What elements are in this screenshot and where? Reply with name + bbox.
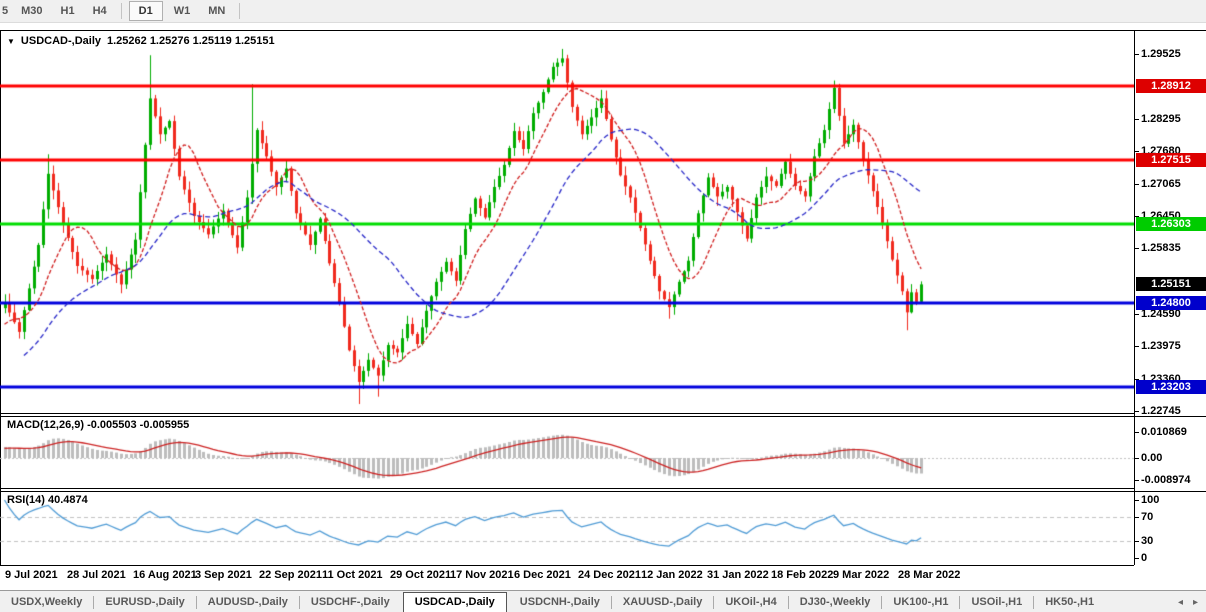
date-label: 3 Sep 2021 (195, 569, 252, 581)
date-label: 24 Dec 2021 (578, 569, 641, 581)
timeframe-h1[interactable]: H1 (52, 0, 84, 22)
price-tick-mark (1134, 411, 1139, 413)
date-label: 17 Nov 2021 (450, 569, 514, 581)
macd-tick: 0.00 (1141, 452, 1163, 464)
tab-dj30-weekly[interactable]: DJ30-,Weekly (789, 591, 882, 612)
macd-tick-mark (1134, 458, 1139, 459)
timeframe-mn[interactable]: MN (199, 0, 234, 22)
tab-usdx-weekly[interactable]: USDX,Weekly (0, 591, 93, 612)
date-label: 11 Oct 2021 (322, 569, 383, 581)
current-price-badge: 1.25151 (1136, 277, 1206, 292)
macd-tick: 0.010869 (1141, 426, 1187, 438)
rsi-panel-canvas[interactable] (0, 492, 1134, 565)
chart-bottom-border (0, 565, 1134, 566)
rsi-tick: 30 (1141, 534, 1154, 547)
price-tick: 1.25835 (1141, 242, 1181, 255)
date-label: 28 Mar 2022 (898, 569, 961, 581)
rsi-tick: 100 (1141, 494, 1160, 506)
price-axis-line (1134, 30, 1135, 565)
rsi-tick-mark (1134, 558, 1139, 559)
date-label: 6 Dec 2021 (514, 569, 571, 581)
macd-label: MACD(12,26,9) -0.005503 -0.005955 (7, 419, 190, 431)
price-tick-mark (1134, 53, 1139, 55)
price-tick-mark (1134, 346, 1139, 348)
tab-xauusd-daily[interactable]: XAUUSD-,Daily (612, 591, 713, 612)
price-tick-mark (1134, 118, 1139, 120)
macd-tick: -0.008974 (1141, 474, 1191, 486)
macd-tick-mark (1134, 480, 1139, 481)
rsi-tick-mark (1134, 517, 1139, 519)
price-tick: 1.29525 (1141, 47, 1181, 60)
chart-dropdown-icon[interactable]: ▼ (7, 37, 15, 46)
rsi-label: RSI(14) 40.4874 (7, 494, 88, 506)
tab-audusd-daily[interactable]: AUDUSD-,Daily (197, 591, 299, 612)
rsi-tick: 70 (1141, 511, 1154, 524)
tab-uk100-h1[interactable]: UK100-,H1 (882, 591, 959, 612)
timeframe-m30[interactable]: M30 (12, 0, 51, 22)
price-tick-mark (1134, 313, 1139, 315)
panel-separator[interactable] (0, 413, 1134, 414)
price-tick-mark (1134, 248, 1139, 250)
date-label: 12 Jan 2022 (641, 569, 703, 581)
price-tick: 1.27065 (1141, 177, 1181, 190)
chart-header: ▼ USDCAD-,Daily 1.25262 1.25276 1.25119 … (7, 35, 275, 47)
chart-symbol-title: USDCAD-,Daily (20, 35, 101, 47)
rsi-tick: 0 (1141, 552, 1148, 564)
price-tick: 1.28295 (1141, 112, 1181, 125)
tab-eurusd-daily[interactable]: EURUSD-,Daily (94, 591, 195, 612)
tab-usdcad-daily[interactable]: USDCAD-,Daily (402, 591, 507, 612)
support-badge: 1.24800 (1136, 295, 1206, 310)
date-label: 29 Oct 2021 (390, 569, 452, 581)
price-tick: 1.22745 (1141, 405, 1181, 418)
rsi-tick-mark (1134, 540, 1139, 542)
timeframe-toolbar: 5 M30 H1 H4 D1 W1 MN (0, 0, 1206, 23)
rsi-tick-mark (1134, 500, 1139, 501)
tabs-scroll-right-icon[interactable]: ▸ (1193, 597, 1198, 608)
date-label: 28 Jul 2021 (67, 569, 126, 581)
main-chart-canvas[interactable] (0, 31, 1134, 413)
date-label: 18 Feb 2022 (771, 569, 834, 581)
panel-separator[interactable] (0, 488, 1134, 489)
tab-usoil-h1[interactable]: USOil-,H1 (960, 591, 1033, 612)
tab-hk50-h1[interactable]: HK50-,H1 (1034, 591, 1105, 612)
support-badge: 1.23203 (1136, 380, 1206, 395)
resistance-badge: 1.27515 (1136, 152, 1206, 167)
tab-scroll-arrows: ◂ ▸ (1178, 597, 1206, 608)
timeframe-w1[interactable]: W1 (165, 0, 200, 22)
timeframe-h4[interactable]: H4 (84, 0, 116, 22)
trading-terminal: 5 M30 H1 H4 D1 W1 MN ▼ USDCAD-,Daily 1.25262 1… (0, 0, 1206, 612)
macd-tick-mark (1134, 432, 1139, 433)
price-tick-mark (1134, 183, 1139, 185)
date-label: 31 Jan 2022 (707, 569, 769, 581)
tab-ukoil-h4[interactable]: UKOil-,H4 (714, 591, 787, 612)
symbol-tabbar: USDX,Weekly EURUSD-,Daily AUDUSD-,Daily USD… (0, 590, 1206, 612)
resistance-badge: 1.28912 (1136, 79, 1206, 94)
date-label: 22 Sep 2021 (259, 569, 322, 581)
date-label: 16 Aug 2021 (133, 569, 197, 581)
tabs-scroll-left-icon[interactable]: ◂ (1178, 597, 1183, 608)
toolbar-separator (239, 3, 241, 19)
level-badge: 1.26303 (1136, 216, 1206, 231)
price-tick: 1.23975 (1141, 340, 1181, 353)
date-label: 9 Mar 2022 (833, 569, 890, 581)
timeframe-d1[interactable]: D1 (128, 1, 163, 21)
tab-usdchf-daily[interactable]: USDCHF-,Daily (300, 591, 401, 612)
toolbar-separator (120, 3, 122, 19)
date-label: 9 Jul 2021 (5, 569, 58, 581)
timeframe-5[interactable]: 5 (0, 0, 12, 22)
tab-usdcnh-daily[interactable]: USDCNH-,Daily (509, 591, 611, 612)
chart-ohlc-values: 1.25262 1.25276 1.25119 1.25151 (107, 35, 275, 47)
